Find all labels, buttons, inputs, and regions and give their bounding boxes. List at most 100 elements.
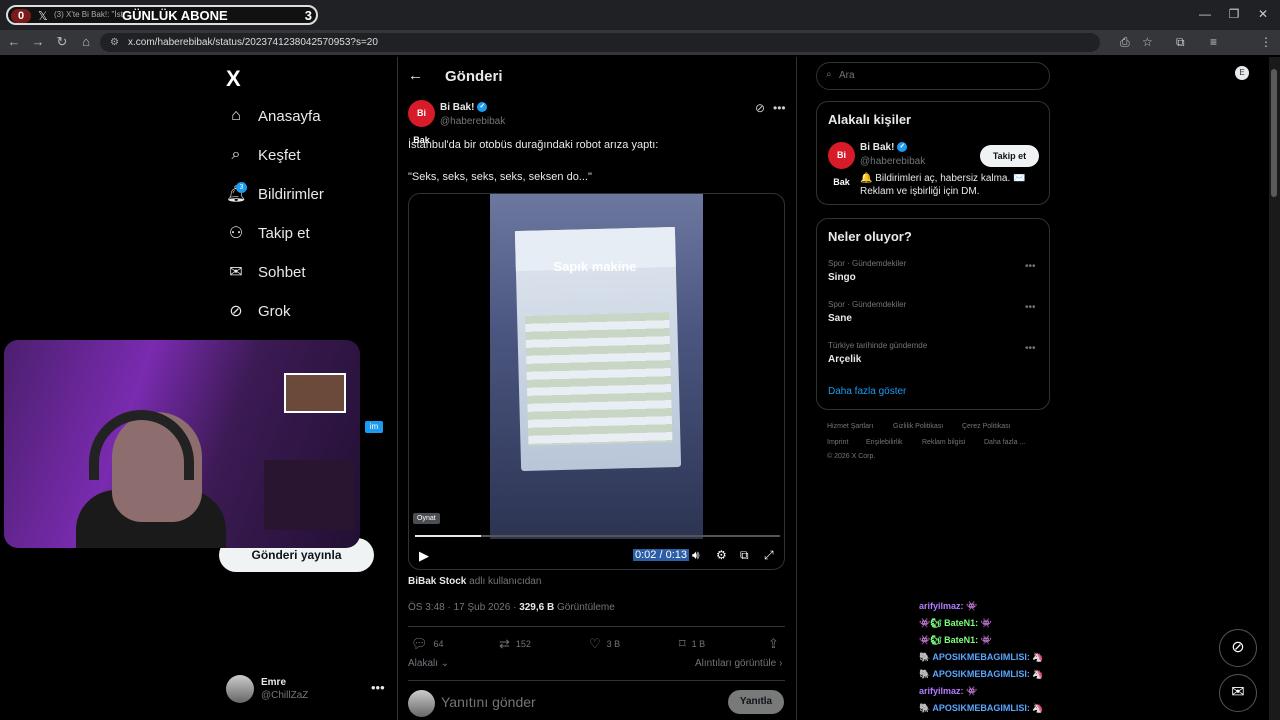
search-input[interactable]: Ara <box>816 62 1050 90</box>
post-text: İstanbul'da bir otobüs durağındaki robot… <box>408 139 659 151</box>
video-progress[interactable] <box>415 535 780 537</box>
follow-button[interactable]: Takip et <box>980 145 1039 167</box>
footer-link[interactable]: Çerez Politikası <box>962 423 1011 430</box>
menu-dots-icon[interactable]: ⋮ <box>1260 35 1272 49</box>
pip-icon[interactable]: ⧉ <box>740 548 749 563</box>
follow-icon: ⚇ <box>228 225 244 242</box>
reply-button[interactable]: Yanıtla <box>728 690 784 714</box>
more-icon[interactable]: ••• <box>1025 343 1036 354</box>
fullscreen-icon[interactable]: ⤢ <box>764 548 774 563</box>
footer-link[interactable]: Hizmet Şartları <box>827 423 873 430</box>
timestamp[interactable]: ÖS 3:48 · 17 Şub 2026 · <box>408 602 516 613</box>
webcam-overlay <box>4 340 360 548</box>
divider <box>408 680 785 681</box>
divider <box>397 57 398 720</box>
trends-card: Neler oluyor? Spor · Gündemdekiler Singo… <box>816 218 1050 410</box>
person-name[interactable]: Bi Bak! ✓ <box>860 142 908 153</box>
x-logo[interactable]: X <box>226 66 241 92</box>
chat-text: 👾 <box>966 686 978 696</box>
back-arrow-icon[interactable]: ← <box>408 67 423 84</box>
footer-link[interactable]: Gizlilik Politikası <box>893 423 943 430</box>
footer-link[interactable]: Daha fazla ... <box>984 439 1025 446</box>
profile-avatar[interactable]: E <box>1235 66 1249 80</box>
close-icon[interactable]: ✕ <box>1253 7 1273 21</box>
scrollbar-thumb[interactable] <box>1271 69 1277 197</box>
view-quotes-link[interactable]: Alıntıları görüntüle › <box>695 658 782 669</box>
footer-link[interactable]: Imprint <box>827 439 848 446</box>
footer-link[interactable]: Reklam bilgisi <box>922 439 965 446</box>
chat-text: 👾 <box>966 601 978 611</box>
extensions-icon[interactable]: ⧉ <box>1176 35 1185 50</box>
bookmark-action[interactable]: ⌑ 1 B <box>679 636 705 652</box>
more-icon[interactable]: ••• <box>1025 302 1036 313</box>
share-action[interactable]: ⇪ <box>768 636 785 652</box>
grok-icon[interactable]: ⊘ <box>755 101 765 115</box>
reload-icon[interactable]: ↻ <box>53 34 71 50</box>
forward-icon[interactable]: → <box>29 34 47 49</box>
shelf <box>264 460 354 530</box>
nav-explore[interactable]: ⌕ Keşfet <box>226 140 301 170</box>
view-count: 329,6 B <box>519 602 555 613</box>
media-icon[interactable]: ≡ <box>1210 35 1217 49</box>
author-avatar[interactable]: Bi Bak <box>408 100 435 145</box>
relevance-label: Alakalı <box>408 658 439 669</box>
nav-home[interactable]: ⌂ Anasayfa <box>226 101 320 131</box>
maximize-icon[interactable]: ❐ <box>1224 7 1244 21</box>
install-icon[interactable]: ⎙ <box>1120 35 1130 50</box>
show-more-link[interactable]: Daha fazla göster <box>828 386 906 397</box>
author-handle[interactable]: @haberebibak <box>440 116 505 127</box>
scrollbar[interactable] <box>1269 57 1280 720</box>
play-icon[interactable]: ▶ <box>419 548 429 564</box>
browser-tab[interactable]: 0 𝕏 (3) X'te Bi Bak!: "İstanbul'da... GÜ… <box>6 5 318 25</box>
browser-toolbar: ← → ↻ ⌂ x.com/haberebibak/status/2023741… <box>0 30 1280 80</box>
person-bio: 🔔 Bildirimleri aç, habersiz kalma. ✉️ Re… <box>860 173 1026 197</box>
nav-label: Sohbet <box>258 263 306 281</box>
video-caption: Sapık makine <box>553 259 637 274</box>
post-meta: ÖS 3:48 · 17 Şub 2026 · 329,6 B Görüntül… <box>408 602 615 613</box>
author-name[interactable]: Bi Bak! ✓ <box>440 102 488 113</box>
trend-name[interactable]: Arçelik <box>828 354 861 365</box>
chat-user: 👾🐿 BateN1: <box>919 618 979 628</box>
trend-name[interactable]: Sane <box>828 313 852 324</box>
video-player[interactable]: Sapık makine Oynat ▶ 0:02 / 0:13 🔊︎ ⚙ ⧉ … <box>408 193 785 570</box>
relevance-dropdown[interactable]: Alakalı ⌄ <box>408 658 449 669</box>
nav-follow[interactable]: ⚇ Takip et <box>226 218 310 248</box>
settings-gear-icon[interactable]: ⚙ <box>716 548 727 562</box>
nav-chat[interactable]: ✉ Sohbet <box>226 257 306 287</box>
reply-icon: 💬︎ <box>411 636 428 651</box>
cam-badge: im <box>365 421 383 433</box>
back-icon[interactable]: ← <box>5 34 23 49</box>
trend-name[interactable]: Singo <box>828 272 856 283</box>
address-bar[interactable]: x.com/haberebibak/status/202374123804257… <box>100 33 1100 52</box>
messages-fab-icon[interactable]: ✉ <box>1219 674 1257 712</box>
reply-input[interactable]: Yanıtını gönder <box>441 694 536 710</box>
footer-link[interactable]: Erişilebilirlik <box>866 439 903 446</box>
site-info-icon[interactable]: ⚙ <box>110 37 119 48</box>
chat-user: 👾🐿 BateN1: <box>919 635 979 645</box>
account-switcher[interactable]: Emre @ChillZaZ ••• <box>226 675 386 705</box>
divider <box>408 626 785 627</box>
trend-category: Türkiye tarihinde gündemde <box>828 341 928 350</box>
minimize-icon[interactable]: — <box>1195 7 1215 21</box>
repost-action[interactable]: ⇄ 152 <box>499 636 531 652</box>
volume-icon[interactable]: 🔊︎ <box>692 548 700 563</box>
grok-fab-icon[interactable]: ⊘ <box>1219 629 1257 667</box>
like-action[interactable]: ♡ 3 B <box>589 636 620 652</box>
avatar[interactable]: Bi Bak <box>828 142 855 187</box>
nav-grok[interactable]: ⊘ Grok <box>226 296 291 326</box>
search-icon: ⌕ <box>231 146 241 163</box>
bookmark-star-icon[interactable]: ☆ <box>1142 35 1153 49</box>
more-icon[interactable]: ••• <box>773 101 786 115</box>
bookmark-icon: ⌑ <box>679 636 686 651</box>
more-icon[interactable]: ••• <box>371 680 385 695</box>
source-user[interactable]: BiBak Stock <box>408 576 466 587</box>
source-attribution: BiBak Stock adlı kullanıcıdan <box>408 576 541 587</box>
reply-action[interactable]: 💬︎ 64 <box>411 636 444 652</box>
tab-title: (3) X'te Bi Bak!: "İstanbul'da... <box>54 10 124 19</box>
person-name-text: Bi Bak! <box>860 142 895 153</box>
trend-category: Spor · Gündemdekiler <box>828 300 907 309</box>
nav-label: Grok <box>258 302 291 320</box>
home-icon[interactable]: ⌂ <box>77 34 95 49</box>
person-handle[interactable]: @haberebibak <box>860 156 925 167</box>
more-icon[interactable]: ••• <box>1025 261 1036 272</box>
